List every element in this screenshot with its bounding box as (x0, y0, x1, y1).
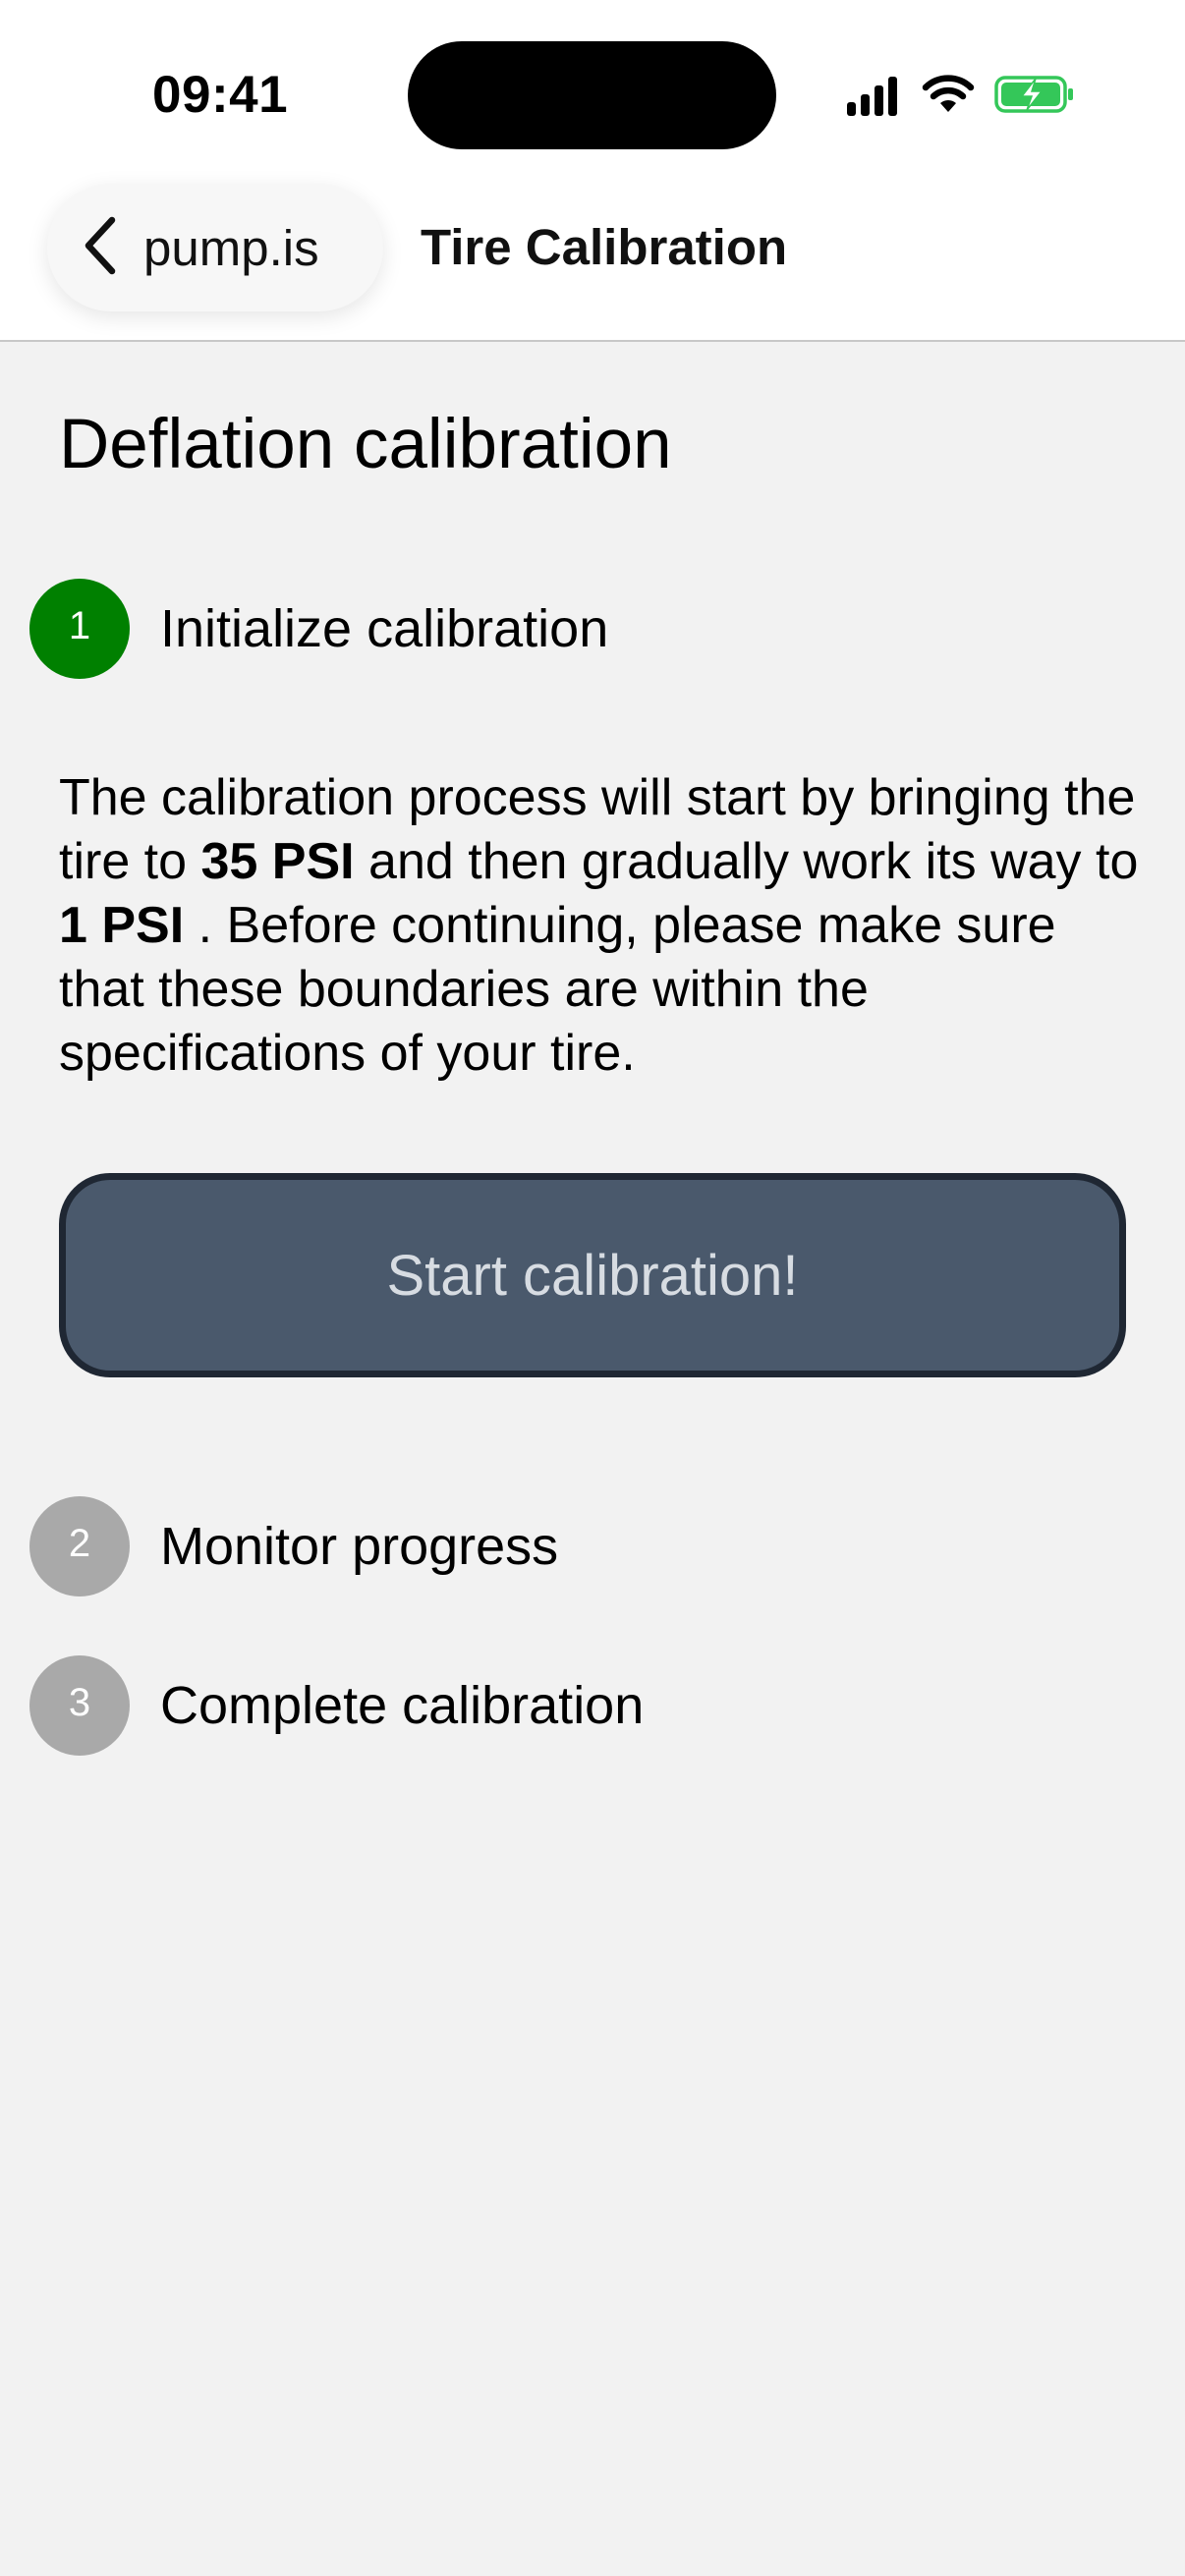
signal-icon (847, 77, 902, 116)
status-icons (847, 73, 1075, 120)
header: 09:41 pump.is Tire Calibration (0, 0, 1185, 342)
step-3: 3 Complete calibration (29, 1655, 644, 1756)
step-1-label: Initialize calibration (160, 599, 609, 658)
step-2-number: 2 (29, 1496, 130, 1596)
status-time: 09:41 (152, 66, 289, 124)
step-3-label: Complete calibration (160, 1676, 645, 1735)
back-label: pump.is (143, 219, 319, 276)
battery-charging-icon (994, 75, 1075, 119)
page-title: Deflation calibration (59, 406, 672, 483)
step-1: 1 Initialize calibration (29, 579, 608, 679)
step-2: 2 Monitor progress (29, 1496, 558, 1596)
description-text-3: . Before continuing, please make sure th… (59, 897, 1056, 1082)
step-2-label: Monitor progress (160, 1517, 559, 1576)
start-pressure: 35 PSI (200, 833, 355, 890)
nav-title: Tire Calibration (421, 219, 788, 275)
chevron-left-icon (83, 216, 118, 280)
wifi-icon (922, 74, 975, 119)
start-calibration-button[interactable]: Start calibration! (59, 1173, 1126, 1377)
back-button[interactable]: pump.is (47, 184, 383, 311)
dynamic-island (408, 41, 776, 149)
calibration-description: The calibration process will start by br… (59, 766, 1140, 1086)
step-3-number: 3 (29, 1655, 130, 1756)
step-1-number: 1 (29, 579, 130, 679)
end-pressure: 1 PSI (59, 897, 185, 954)
description-text-2: and then gradually work its way to (354, 833, 1139, 890)
